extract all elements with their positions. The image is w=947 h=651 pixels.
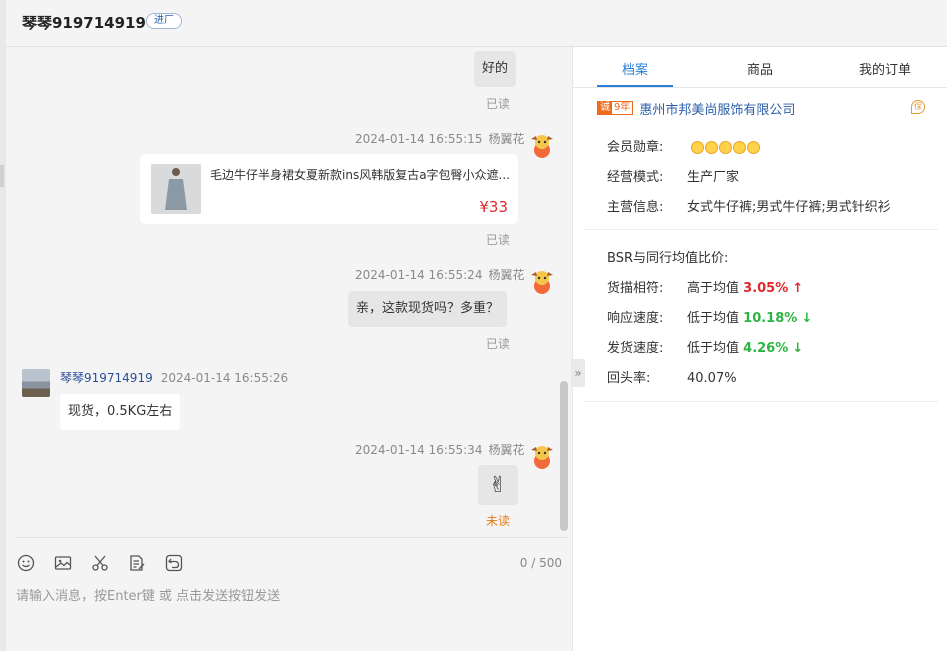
medals-group [691, 141, 761, 154]
message-text: 亲，这款现货吗？多重？ [356, 301, 500, 316]
bsr-compare: 低于均值 [687, 341, 740, 356]
contact-name[interactable]: 琴琴919714919 [22, 12, 146, 33]
medal-icon [747, 141, 761, 154]
message-sender: 杨翼花 [488, 132, 525, 146]
bsr-compare: 低于均值 [687, 311, 740, 326]
business-mode-row: 经营模式: 生产厂家 [607, 166, 739, 185]
scissors-icon[interactable] [90, 553, 110, 573]
arrow-up-icon: ↑ [792, 281, 804, 296]
bsr-row-repurchase: 回头率: 40.07% [607, 367, 737, 386]
section-divider [583, 401, 938, 402]
medal-icon [705, 141, 719, 154]
message-meta: 琴琴919714919 2024-01-14 16:55:26 [60, 369, 288, 386]
message-meta: 2024-01-14 16:55:15 杨翼花 [355, 130, 524, 147]
seller-avatar[interactable] [528, 266, 556, 294]
buyer-avatar[interactable] [22, 369, 50, 397]
membership-years-badge: 诚 9年 [597, 101, 634, 115]
company-name-link[interactable]: 惠州市邦美尚服饰有限公司 [639, 99, 795, 118]
active-tab-indicator [597, 85, 673, 87]
victory-hand-icon: ✌ [488, 472, 508, 498]
repurchase-rate-value: 40.07% [687, 371, 737, 386]
product-title: 毛边牛仔半身裙女夏新款ins风韩版复古a字包臀小众遮... [210, 168, 510, 182]
member-medals-row: 会员勋章: [607, 136, 761, 155]
image-icon[interactable] [53, 553, 73, 573]
bsr-value: 3.05% [743, 281, 789, 296]
tab-products[interactable]: 商品 [747, 59, 773, 78]
arrow-down-icon: ↓ [792, 341, 804, 356]
bsr-row-response: 响应速度: 低于均值 10.18% ↓ [607, 307, 812, 326]
bsr-value: 10.18% [743, 311, 798, 326]
message-meta: 2024-01-14 16:55:24 杨翼花 [355, 266, 524, 283]
emoji-message: ✌ [478, 465, 518, 505]
product-card[interactable]: 毛边牛仔半身裙女夏新款ins风韩版复古a字包臀小众遮... ¥33 [140, 154, 518, 224]
collapse-panel-button[interactable]: » [571, 359, 585, 387]
document-edit-icon[interactable] [127, 553, 147, 573]
message-text: 好的 [482, 61, 509, 76]
message-bubble: 亲，这款现货吗？多重？ [348, 291, 508, 327]
message-time: 2024-01-14 16:55:24 [355, 268, 483, 282]
info-tabs: 档案 商品 我的订单 [573, 47, 947, 88]
bsr-compare: 高于均值 [687, 281, 740, 296]
main-products-label: 主营信息: [607, 200, 664, 215]
medal-icon [719, 141, 733, 154]
message-time: 2024-01-14 16:55:26 [160, 371, 289, 385]
guarantee-badge-icon[interactable]: 保 [911, 100, 925, 114]
message-bubble: 现货，0.5KG左右 [60, 394, 181, 430]
character-counter: 0 / 500 [519, 556, 562, 570]
read-status: 已读 [486, 233, 511, 247]
section-divider [583, 229, 938, 230]
message-time: 2024-01-14 16:55:34 [355, 443, 483, 457]
chat-area: 好的 已读 2024-01-14 16:55:15 杨翼花 毛边牛仔半身裙女夏新款… [6, 47, 572, 651]
message-text: 现货，0.5KG左右 [68, 404, 173, 419]
read-status: 已读 [486, 337, 511, 351]
business-mode-label: 经营模式: [607, 170, 664, 185]
main-products-value: 女式牛仔裤;男式牛仔裤;男式针织衫 [687, 200, 891, 215]
double-chevron-right-icon: » [574, 366, 582, 380]
message-sender: 杨翼花 [488, 443, 525, 457]
member-medals-label: 会员勋章: [607, 140, 664, 155]
left-edge-tick [0, 165, 4, 187]
bsr-label: 发货速度: [607, 341, 664, 356]
contact-badge: 进厂 [146, 13, 182, 29]
message-bubble: 好的 [474, 51, 517, 87]
unread-status: 未读 [486, 514, 511, 528]
message-meta: 2024-01-14 16:55:34 杨翼花 [355, 441, 524, 458]
company-row: 诚 9年 惠州市邦美尚服饰有限公司 [597, 99, 795, 118]
years-badge-value: 9年 [614, 102, 631, 113]
medal-icon [691, 141, 705, 154]
chat-scrollbar[interactable] [560, 381, 568, 531]
seller-avatar[interactable] [528, 130, 556, 158]
bsr-label: 货描相符: [607, 281, 664, 296]
product-thumbnail [151, 164, 201, 214]
message-sender: 杨翼花 [488, 268, 525, 282]
arrow-down-icon: ↓ [801, 311, 813, 326]
bsr-title: BSR与同行均值比价: [607, 251, 729, 266]
years-badge-icon: 诚 [598, 102, 612, 114]
bsr-row-shipping: 发货速度: 低于均值 4.26% ↓ [607, 337, 803, 356]
business-mode-value: 生产厂家 [687, 170, 740, 185]
message-input[interactable] [16, 585, 564, 635]
tab-profile[interactable]: 档案 [622, 59, 648, 78]
composer-divider [16, 537, 568, 538]
bsr-label: 响应速度: [607, 311, 664, 326]
customer-info-panel: 档案 商品 我的订单 诚 9年 惠州市邦美尚服饰有限公司 保 会员勋章: 经营模式… [572, 47, 947, 651]
composer-toolbar [16, 553, 201, 573]
tab-my-orders[interactable]: 我的订单 [859, 59, 911, 78]
seller-avatar[interactable] [528, 441, 556, 469]
message-time: 2024-01-14 16:55:15 [355, 132, 483, 146]
bsr-value: 4.26% [743, 341, 789, 356]
product-price: ¥33 [479, 198, 508, 216]
chat-header: 琴琴919714919 进厂 [6, 0, 947, 47]
read-status: 已读 [486, 97, 511, 111]
main-products-row: 主营信息: 女式牛仔裤;男式牛仔裤;男式针织衫 [607, 196, 891, 215]
medal-icon [733, 141, 747, 154]
smile-icon[interactable] [16, 553, 36, 573]
message-sender: 琴琴919714919 [60, 371, 153, 385]
bsr-row-description: 货描相符: 高于均值 3.05% ↑ [607, 277, 803, 296]
bsr-label: 回头率: [607, 371, 651, 386]
history-icon[interactable] [164, 553, 184, 573]
